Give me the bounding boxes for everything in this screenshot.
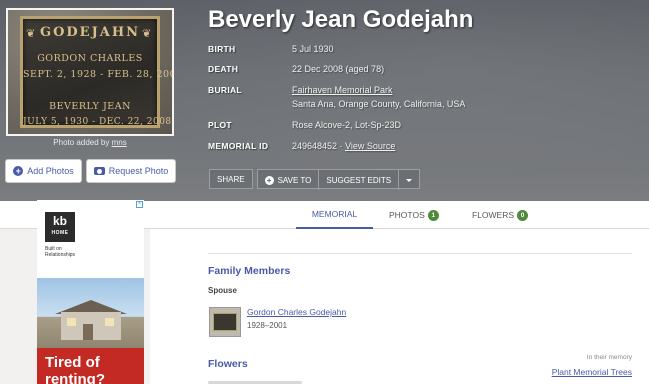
request-photo-button[interactable]: Request Photo <box>86 159 176 183</box>
more-actions-dropdown[interactable] <box>398 170 419 190</box>
action-group: + SAVE TO SUGGEST EDITS <box>256 169 421 190</box>
death-date: 22 Dec 2008 (aged 78) <box>292 64 385 74</box>
plaque-line: GORDON CHARLES <box>37 53 143 64</box>
ad-tagline: Built on Relationships <box>45 246 76 258</box>
suggest-edits-button[interactable]: SUGGEST EDITS <box>318 170 398 190</box>
plant-memorial-trees-link[interactable]: Plant Memorial Trees <box>552 367 632 377</box>
tab-photos[interactable]: PHOTOS 1 <box>389 201 439 229</box>
memorial-actions: SHARE + SAVE TO SUGGEST EDITS <box>209 169 421 190</box>
spouse-label: Spouse <box>208 286 237 295</box>
divider <box>208 253 632 254</box>
memorial-name: Beverly Jean Godejahn <box>208 6 474 33</box>
share-button[interactable]: SHARE <box>209 169 253 189</box>
close-icon[interactable]: × <box>136 201 143 208</box>
cemetery-link[interactable]: Fairhaven Memorial Park <box>292 85 393 95</box>
advertisement[interactable]: kb HOME Built on Relationships × Tired o… <box>37 200 144 384</box>
view-source-link[interactable]: View Source <box>345 141 395 151</box>
plus-circle-icon: + <box>264 175 274 185</box>
kb-home-logo: kb HOME <box>45 212 75 242</box>
camera-icon <box>93 167 105 175</box>
memorial-id: 249648452 · <box>292 141 343 151</box>
plot-value: Rose Alcove-2, Lot-Sp-23D <box>292 120 402 130</box>
add-photos-button[interactable]: + Add Photos <box>5 159 82 183</box>
family-members-heading: Family Members <box>208 265 291 277</box>
plaque-line: SEPT. 2, 1928 - FEB. 28, 2001 <box>23 69 172 80</box>
spouse-years: 1928–2001 <box>247 321 288 330</box>
plaque-line: JULY 5, 1930 - DEC. 22, 2008 <box>23 117 172 127</box>
spouse-photo[interactable] <box>209 307 241 337</box>
tab-memorial[interactable]: MEMORIAL <box>296 201 373 229</box>
photos-count-badge: 1 <box>427 209 439 221</box>
memorial-content: Family Members Spouse Gordon Charles God… <box>150 229 649 384</box>
memorial-header: ❦ ❦ GODEJAHN GORDON CHARLES SEPT. 2, 192… <box>0 0 649 201</box>
photo-contributor-link[interactable]: mns <box>112 138 127 147</box>
plus-circle-icon: + <box>13 166 24 176</box>
ad-headline: Tired of renting? <box>37 348 144 384</box>
grave-plaque-image: ❦ ❦ GODEJAHN GORDON CHARLES SEPT. 2, 192… <box>8 10 172 134</box>
plaque-line: BEVERLY JEAN <box>49 101 131 112</box>
photo-caption: Photo added by mns <box>53 138 127 147</box>
burial-location: Santa Ana, Orange County, California, US… <box>292 99 466 109</box>
tab-flowers[interactable]: FLOWERS 0 <box>472 201 529 229</box>
memory-note: In their memory <box>586 354 632 361</box>
caret-down-icon <box>406 178 413 182</box>
flowers-count-badge: 0 <box>517 209 529 221</box>
memorial-photo[interactable]: ❦ ❦ GODEJAHN GORDON CHARLES SEPT. 2, 192… <box>6 8 174 136</box>
spouse-link[interactable]: Gordon Charles Godejahn <box>247 307 346 317</box>
birth-date: 5 Jul 1930 <box>292 44 334 54</box>
plaque-surname: GODEJAHN <box>39 25 140 40</box>
page-gutter <box>0 229 37 384</box>
save-to-button[interactable]: + SAVE TO <box>258 170 319 190</box>
house-illustration <box>55 296 127 340</box>
flowers-heading: Flowers <box>208 358 248 370</box>
